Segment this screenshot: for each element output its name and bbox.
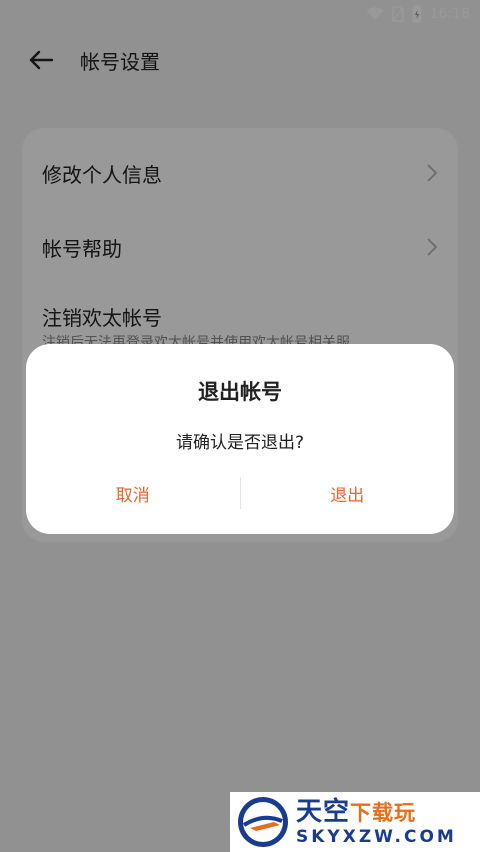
watermark-domain: SKYXZW.COM [296, 826, 457, 847]
watermark-name-part1: 天空 [296, 796, 351, 827]
cancel-button[interactable]: 取消 [26, 481, 240, 506]
logout-dialog: 退出帐号 请确认是否退出? 取消 退出 [26, 344, 454, 534]
dialog-actions: 取消 退出 [26, 476, 454, 510]
dialog-title: 退出帐号 [198, 380, 282, 404]
site-logo-icon [238, 797, 288, 847]
watermark: 天空下载玩 SKYXZW.COM [230, 792, 480, 852]
watermark-name-part2: 下载玩 [350, 800, 417, 825]
dialog-message: 请确认是否退出? [175, 433, 305, 453]
confirm-logout-button[interactable]: 退出 [241, 481, 455, 506]
